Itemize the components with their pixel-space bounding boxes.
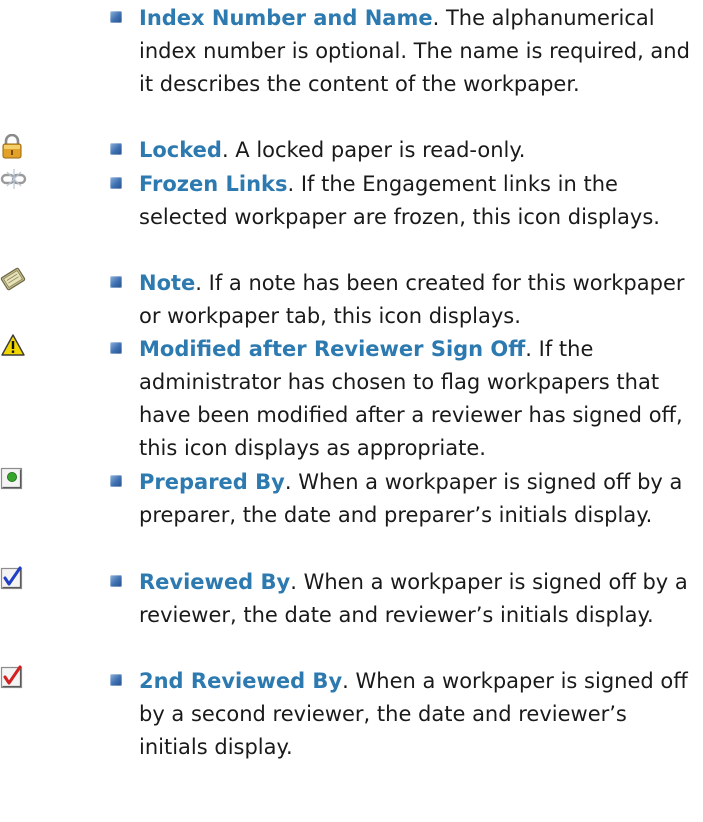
bullet-icon [110, 11, 122, 23]
bullet-icon [110, 575, 122, 587]
item-description: . If a note has been created for this wo… [139, 271, 685, 328]
item-term: Modified after Reviewer Sign Off [139, 337, 526, 361]
warning-icon [0, 333, 40, 359]
item-term: 2nd Reviewed By [139, 669, 343, 693]
item-term: Index Number and Name [139, 6, 433, 30]
bullet-icon [110, 177, 122, 189]
second-reviewed-check-icon [0, 665, 40, 691]
bullet-icon [110, 475, 122, 487]
item-text: Prepared By. When a workpaper is signed … [139, 466, 699, 532]
item-text: Locked. A locked paper is read-only. [139, 134, 699, 167]
bullet-icon [110, 143, 122, 155]
item-text: Note. If a note has been created for thi… [139, 267, 699, 333]
item-term: Note [139, 271, 196, 295]
workpaper-icon-legend: Index Number and Name. The alphanumerica… [0, 0, 703, 822]
item-text: Reviewed By. When a workpaper is signed … [139, 566, 699, 632]
item-text: Modified after Reviewer Sign Off. If the… [139, 333, 699, 465]
bullet-icon [110, 342, 122, 354]
reviewed-by-check-icon [0, 566, 40, 592]
note-icon [0, 267, 40, 293]
item-term: Locked [139, 138, 222, 162]
bullet-icon [110, 674, 122, 686]
item-text: 2nd Reviewed By. When a workpaper is sig… [139, 665, 699, 764]
bullet-icon [110, 276, 122, 288]
item-term: Prepared By [139, 470, 285, 494]
lock-icon [0, 133, 40, 160]
prepared-by-icon [0, 466, 40, 492]
item-text: Frozen Links. If the Engagement links in… [139, 168, 699, 234]
item-term: Reviewed By [139, 570, 291, 594]
item-description: . A locked paper is read-only. [221, 138, 526, 162]
item-term: Frozen Links [139, 172, 288, 196]
frozen-links-icon [0, 168, 40, 194]
item-text: Index Number and Name. The alphanumerica… [139, 2, 699, 101]
